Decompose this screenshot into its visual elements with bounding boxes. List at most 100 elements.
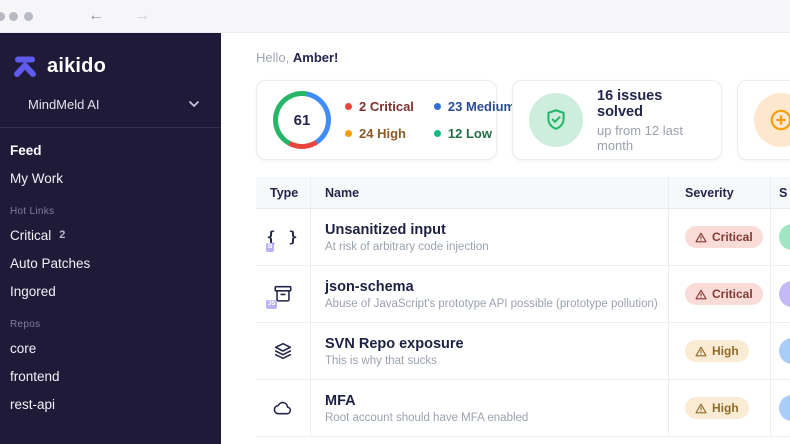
severity-badge: Critical xyxy=(685,283,763,305)
sidebar: aikido MindMeld AI Feed My Work Hot Link… xyxy=(0,33,221,444)
app-window: ← → aikido MindMeld AI Feed My Work Hot … xyxy=(0,0,790,444)
issue-name: MFA xyxy=(325,392,356,409)
sidebar-item-feed[interactable]: Feed xyxy=(0,136,221,164)
sidebar-item-critical[interactable]: Critical 2 xyxy=(0,221,221,249)
severity-label: High xyxy=(712,401,739,415)
status-badge xyxy=(779,338,790,364)
header-name: Name xyxy=(311,177,669,208)
severity-label: High xyxy=(712,344,739,358)
window-controls xyxy=(0,0,40,32)
sidebar-item-label: Feed xyxy=(10,142,42,158)
greeting-name: Amber! xyxy=(292,50,339,65)
table-row[interactable]: SVN Repo exposure This is why that sucks… xyxy=(256,323,790,380)
forward-icon[interactable]: → xyxy=(126,4,158,28)
severity-legend: 2 Critical 24 High 23 Medium 12 Low xyxy=(345,99,515,141)
sidebar-item-ingored[interactable]: Ingored xyxy=(0,277,221,305)
package-icon: JS xyxy=(266,281,296,309)
issue-name: SVN Repo exposure xyxy=(325,335,464,352)
warning-triangle-icon xyxy=(695,232,707,242)
low-dot-icon xyxy=(433,130,441,137)
window-dot[interactable] xyxy=(0,12,5,21)
severity-badge: Critical xyxy=(685,226,763,248)
logo-text: aikido xyxy=(47,54,106,77)
table-row[interactable]: JS json-schema Abuse of JavaScript's pro… xyxy=(256,266,790,323)
severity-badge: High xyxy=(685,397,749,419)
legend-label: 23 Medium xyxy=(447,99,516,114)
browser-topbar: ← → xyxy=(0,0,790,33)
sidebar-item-label: Auto Patches xyxy=(10,255,91,271)
legend-label: 24 High xyxy=(359,126,406,141)
language-badge: JS xyxy=(266,300,278,309)
cloud-icon xyxy=(270,395,296,421)
solved-title: 16 issues solved xyxy=(597,87,663,120)
add-card[interactable] xyxy=(737,80,790,160)
sidebar-item-repo-rest-api[interactable]: rest-api xyxy=(0,390,221,418)
code-braces-icon: { } B xyxy=(266,228,300,252)
score-gauge: 61 xyxy=(273,91,331,149)
medium-dot-icon xyxy=(433,103,441,110)
section-label-hot-links: Hot Links xyxy=(10,206,55,217)
warning-triangle-icon xyxy=(695,403,707,413)
workspace-switcher[interactable]: MindMeld AI xyxy=(0,91,221,117)
legend-critical: 2 Critical xyxy=(345,99,414,114)
issue-description: Root account should have MFA enabled xyxy=(325,411,529,424)
status-badge xyxy=(779,281,790,307)
main-content: Hello, Amber! 61 2 Critical 24 High 23 M… xyxy=(221,33,790,444)
sidebar-item-my-work[interactable]: My Work xyxy=(0,164,221,192)
language-badge: B xyxy=(266,243,275,252)
score-value: 61 xyxy=(293,111,311,129)
severity-badge: High xyxy=(685,340,749,362)
status-badge xyxy=(779,395,790,421)
critical-count-badge: 2 xyxy=(59,229,66,241)
security-score-card: 61 2 Critical 24 High 23 Medium 12 Low xyxy=(256,80,515,160)
legend-label: 12 Low xyxy=(447,126,492,141)
summary-cards: 61 2 Critical 24 High 23 Medium 12 Low 1… xyxy=(256,80,790,160)
greeting: Hello, Amber! xyxy=(221,33,790,65)
warning-triangle-icon xyxy=(695,346,707,356)
header-status: S xyxy=(779,185,788,200)
plus-circle-icon[interactable] xyxy=(754,93,790,147)
sidebar-item-label: Ingored xyxy=(10,283,56,299)
sidebar-item-repo-frontend[interactable]: frontend xyxy=(0,362,221,390)
legend-label: 2 Critical xyxy=(359,99,414,114)
issue-name: Unsanitized input xyxy=(325,221,446,238)
issues-table: Type Name Severity S { } B Unsanitized i… xyxy=(256,177,790,437)
solved-subtitle: up from 12 last month xyxy=(597,122,683,153)
sidebar-item-label: core xyxy=(10,340,37,356)
table-row[interactable]: { } B Unsanitized input At risk of arbit… xyxy=(256,209,790,266)
issue-description: At risk of arbitrary code injection xyxy=(325,240,489,253)
issue-name: json-schema xyxy=(325,278,414,295)
issue-description: Abuse of JavaScript's prototype API poss… xyxy=(325,297,658,310)
workspace-name: MindMeld AI xyxy=(28,96,100,112)
sidebar-item-label: rest-api xyxy=(10,396,56,412)
sidebar-nav: Feed My Work Hot Links Critical 2 Auto P… xyxy=(0,128,221,418)
legend-high: 24 High xyxy=(345,126,414,141)
sidebar-item-label: frontend xyxy=(10,368,60,384)
severity-label: Critical xyxy=(712,230,753,244)
window-dot[interactable] xyxy=(24,12,33,21)
status-badge xyxy=(779,224,790,250)
logo[interactable]: aikido xyxy=(0,33,221,79)
layers-icon xyxy=(270,338,296,364)
warning-triangle-icon xyxy=(695,289,707,299)
aikido-logo-icon xyxy=(12,53,38,79)
window-dot[interactable] xyxy=(9,12,18,21)
sidebar-item-label: Critical xyxy=(10,227,52,243)
issue-description: This is why that sucks xyxy=(325,354,437,367)
table-header: Type Name Severity S xyxy=(256,177,790,209)
sidebar-item-repo-core[interactable]: core xyxy=(0,334,221,362)
table-row[interactable]: MFA Root account should have MFA enabled… xyxy=(256,380,790,437)
sidebar-item-auto-patches[interactable]: Auto Patches xyxy=(0,249,221,277)
back-icon[interactable]: ← xyxy=(80,4,112,28)
legend-low: 12 Low xyxy=(433,126,515,141)
critical-dot-icon xyxy=(345,103,352,110)
severity-label: Critical xyxy=(712,287,753,301)
section-label-repos: Repos xyxy=(10,319,41,330)
issues-solved-card: 16 issues solved up from 12 last month xyxy=(512,80,722,160)
shield-check-icon xyxy=(529,93,583,147)
greeting-prefix: Hello, xyxy=(256,50,290,65)
high-dot-icon xyxy=(345,130,352,137)
header-severity: Severity xyxy=(669,177,771,208)
sidebar-item-label: My Work xyxy=(10,170,63,186)
legend-medium: 23 Medium xyxy=(433,99,516,114)
